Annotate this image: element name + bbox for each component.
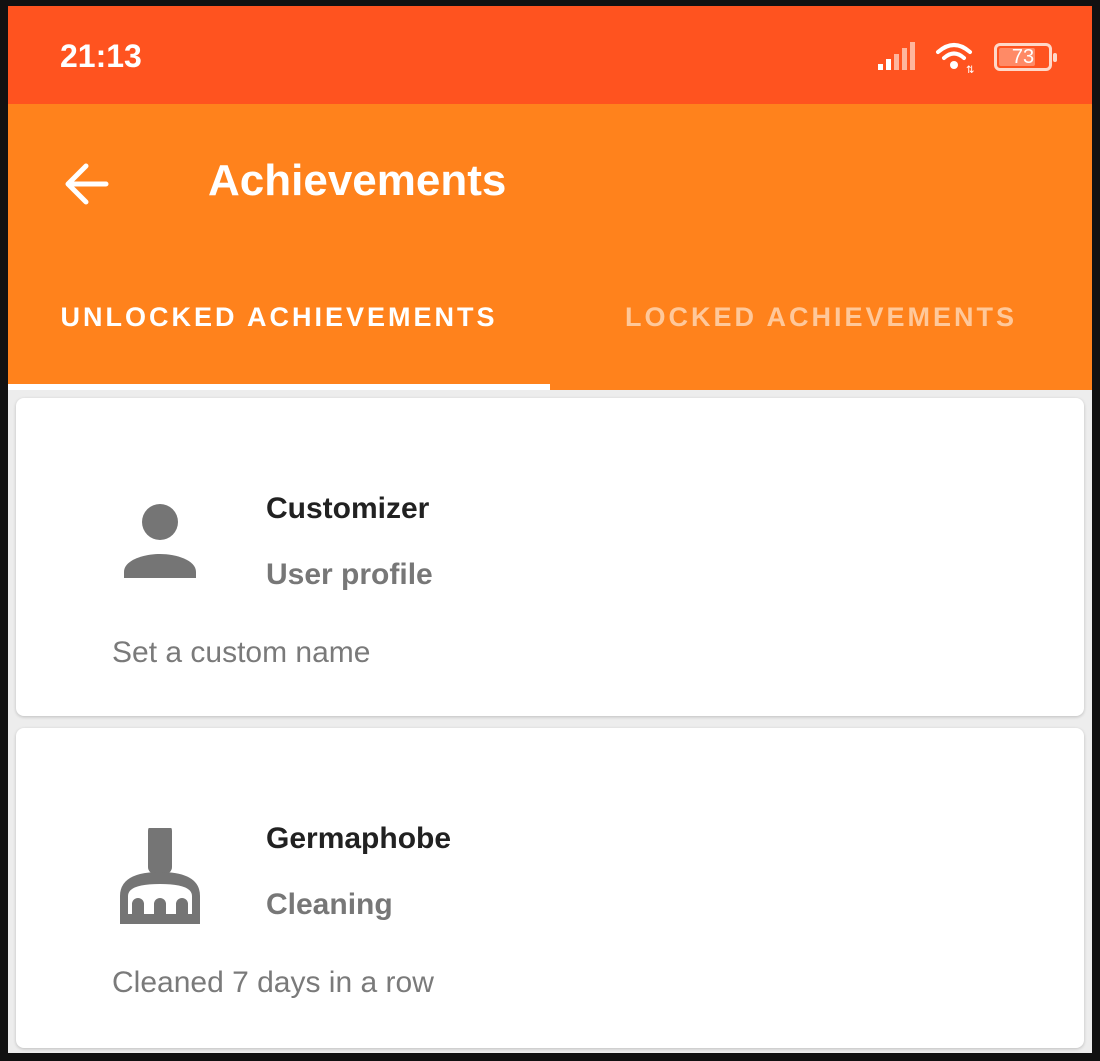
arrow-back-icon[interactable]: [60, 158, 112, 210]
page-title: Achievements: [208, 156, 507, 205]
achievement-card[interactable]: Customizer User profile Set a custom nam…: [16, 398, 1084, 716]
app-bar: Achievements UNLOCKED ACHIEVEMENTS LOCKE…: [8, 104, 1092, 390]
tab-locked-achievements[interactable]: LOCKED ACHIEVEMENTS: [550, 302, 1092, 390]
svg-text:⇅: ⇅: [966, 65, 974, 74]
battery-level: 73: [1011, 46, 1035, 68]
signal-icon: [878, 42, 915, 70]
achievement-category: User profile: [266, 558, 433, 591]
battery-icon: 73: [994, 43, 1057, 71]
achievement-name: Customizer: [266, 492, 430, 525]
broom-icon: [120, 828, 200, 924]
tab-unlocked-achievements[interactable]: UNLOCKED ACHIEVEMENTS: [8, 302, 550, 390]
tab-indicator: [8, 384, 550, 390]
person-icon: [124, 504, 196, 578]
achievement-name: Germaphobe: [266, 822, 452, 855]
achievement-description: Set a custom name: [112, 636, 371, 669]
screen: 21:13 ⇅ 73 Achievements UNLOCKED ACHIEVE…: [0, 0, 1100, 1061]
status-bar: 21:13 ⇅ 73: [8, 6, 1092, 104]
wifi-icon: ⇅: [936, 43, 974, 74]
achievement-category: Cleaning: [266, 888, 393, 921]
achievement-card[interactable]: Germaphobe Cleaning Cleaned 7 days in a …: [16, 728, 1084, 1048]
status-time: 21:13: [60, 38, 142, 74]
achievement-description: Cleaned 7 days in a row: [112, 966, 434, 999]
